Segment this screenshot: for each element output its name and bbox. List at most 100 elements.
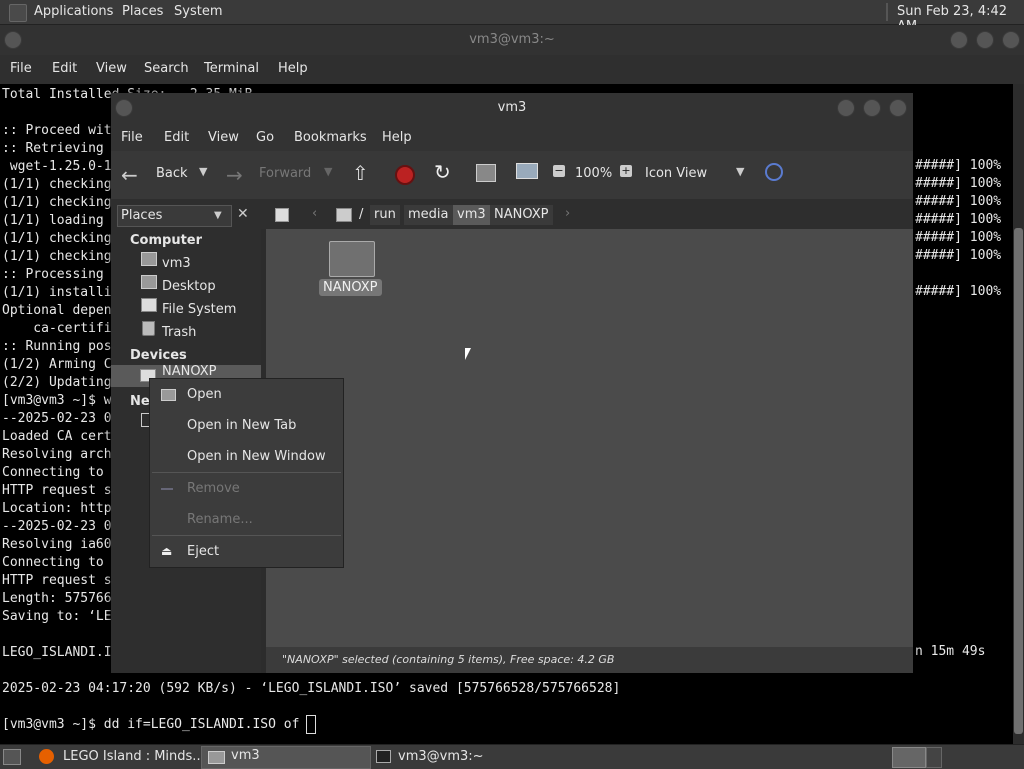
breadcrumb-vm3[interactable]: vm3 [453, 205, 490, 225]
view-mode-dropdown-icon[interactable]: ▼ [736, 165, 744, 178]
mouse-pointer-icon [465, 348, 471, 360]
remove-icon [161, 488, 173, 490]
progress-line: #####] 100% [915, 230, 1002, 245]
close-icon[interactable] [889, 99, 907, 117]
top-panel: Applications Places System Sun Feb 23, 4… [0, 0, 1024, 34]
terminal-line: Connecting to [2, 465, 104, 480]
terminal-line: Resolving ia60 [2, 537, 112, 552]
menu-bookmarks[interactable]: Bookmarks [294, 130, 367, 145]
trash-icon [142, 321, 155, 336]
close-sidebar-icon[interactable]: ✕ [237, 206, 249, 222]
terminal-line: Connecting to [2, 555, 104, 570]
forward-history-dropdown[interactable]: ▼ [324, 165, 332, 178]
path-scroll-left-icon[interactable]: ‹ [312, 206, 317, 221]
forward-button[interactable]: Forward [259, 166, 311, 181]
maximize-icon[interactable] [976, 31, 994, 49]
back-arrow-icon[interactable]: ← [121, 163, 138, 187]
path-root-icon[interactable] [336, 208, 352, 222]
back-button[interactable]: Back [156, 166, 188, 181]
menu-terminal[interactable]: Terminal [204, 61, 259, 76]
reload-icon[interactable]: ↻ [434, 160, 451, 184]
stop-icon[interactable] [395, 165, 415, 185]
menu-item-rename[interactable]: Rename... [187, 512, 253, 527]
sidebar-heading-computer: Computer [130, 233, 203, 248]
terminal-title: vm3@vm3:~ [469, 32, 555, 47]
task-terminal[interactable]: vm3@vm3:~ [398, 747, 484, 767]
bottom-panel: LEGO Island : Minds... vm3 vm3@vm3:~ [0, 744, 1024, 769]
folder-item-nanoxp[interactable]: NANOXP [319, 237, 383, 297]
progress-line: #####] 100% [915, 176, 1002, 191]
file-manager-titlebar[interactable]: vm3 [111, 93, 913, 123]
system-menu[interactable]: System [174, 4, 222, 19]
workspace-switcher[interactable] [892, 747, 926, 768]
file-view[interactable]: NANOXP [266, 229, 913, 647]
applications-icon[interactable] [9, 4, 27, 22]
firefox-icon [39, 749, 54, 764]
path-scroll-right-icon[interactable]: › [565, 206, 570, 221]
menu-separator [152, 535, 341, 536]
show-desktop-icon[interactable] [3, 749, 21, 765]
menu-edit[interactable]: Edit [164, 130, 189, 145]
breadcrumb-nanoxp[interactable]: NANOXP [490, 205, 553, 225]
minimize-icon[interactable] [950, 31, 968, 49]
menu-search[interactable]: Search [144, 61, 189, 76]
computer-icon[interactable] [516, 163, 538, 179]
status-text: "NANOXP" selected (containing 5 items), … [282, 653, 615, 666]
zoom-out-icon[interactable]: − [553, 165, 565, 177]
terminal-menubar: File Edit View Search Terminal Help [0, 55, 1024, 84]
workspace-inactive[interactable] [926, 747, 942, 768]
file-system-icon [141, 298, 157, 312]
menu-view[interactable]: View [96, 61, 127, 76]
terminal-line: Resolving arch [2, 447, 112, 462]
terminal-titlebar[interactable]: vm3@vm3:~ [0, 25, 1024, 55]
file-manager-toolbar: ← Back ▼ → Forward ▼ ⇧ ↻ − 100% + Icon V… [111, 151, 913, 199]
home-icon[interactable] [476, 164, 496, 182]
sidebar-item-vm3[interactable]: vm3 [162, 256, 191, 271]
menu-file[interactable]: File [10, 61, 32, 76]
maximize-icon[interactable] [863, 99, 881, 117]
close-icon[interactable] [1002, 31, 1020, 49]
location-bar: Places ▼ ✕ ‹ / run media vm3 NANOXP › [111, 199, 913, 229]
edit-location-icon[interactable] [275, 208, 289, 222]
minimize-icon[interactable] [837, 99, 855, 117]
terminal-line: HTTP request s [2, 573, 112, 588]
desktop-icon [141, 275, 157, 289]
places-menu[interactable]: Places [122, 4, 163, 19]
terminal-scrollbar-thumb[interactable] [1014, 228, 1023, 734]
zoom-in-icon[interactable]: + [620, 165, 632, 177]
forward-arrow-icon[interactable]: → [226, 163, 243, 187]
menu-edit[interactable]: Edit [52, 61, 77, 76]
menu-item-remove[interactable]: Remove [187, 481, 240, 496]
breadcrumb-run[interactable]: run [370, 205, 400, 225]
view-mode-select[interactable]: Icon View [645, 166, 707, 181]
sidebar-item-trash[interactable]: Trash [162, 325, 196, 340]
progress-line: #####] 100% [915, 284, 1002, 299]
terminal-line: --2025-02-23 0 [2, 519, 112, 534]
file-manager-title: vm3 [497, 100, 527, 115]
menu-help[interactable]: Help [278, 61, 308, 76]
up-icon[interactable]: ⇧ [352, 161, 369, 185]
menu-item-open-new-window[interactable]: Open in New Window [187, 449, 326, 464]
menu-view[interactable]: View [208, 130, 239, 145]
menu-help[interactable]: Help [382, 130, 412, 145]
search-icon[interactable] [765, 163, 783, 181]
breadcrumb-root[interactable]: / [355, 205, 367, 225]
folder-icon [208, 751, 225, 764]
sidebar-item-desktop[interactable]: Desktop [162, 279, 216, 294]
open-icon [161, 389, 176, 401]
menu-separator [152, 472, 341, 473]
applications-menu[interactable]: Applications [34, 4, 113, 19]
menu-item-eject[interactable]: Eject [187, 544, 219, 559]
menu-item-open-new-tab[interactable]: Open in New Tab [187, 418, 296, 433]
terminal-line: [vm3@vm3 ~]$ w [2, 393, 112, 408]
task-firefox[interactable]: LEGO Island : Minds... [63, 747, 205, 767]
terminal-line: LEGO_ISLANDI.I [2, 645, 112, 660]
sidebar-selector-dropdown-icon[interactable]: ▼ [214, 210, 222, 221]
sidebar-item-file-system[interactable]: File System [162, 302, 236, 317]
menu-go[interactable]: Go [256, 130, 274, 145]
back-history-dropdown[interactable]: ▼ [199, 165, 207, 178]
breadcrumb-media[interactable]: media [404, 205, 453, 225]
menu-item-open[interactable]: Open [187, 387, 222, 402]
task-file-manager-button[interactable]: vm3 [201, 746, 371, 769]
menu-file[interactable]: File [121, 130, 143, 145]
